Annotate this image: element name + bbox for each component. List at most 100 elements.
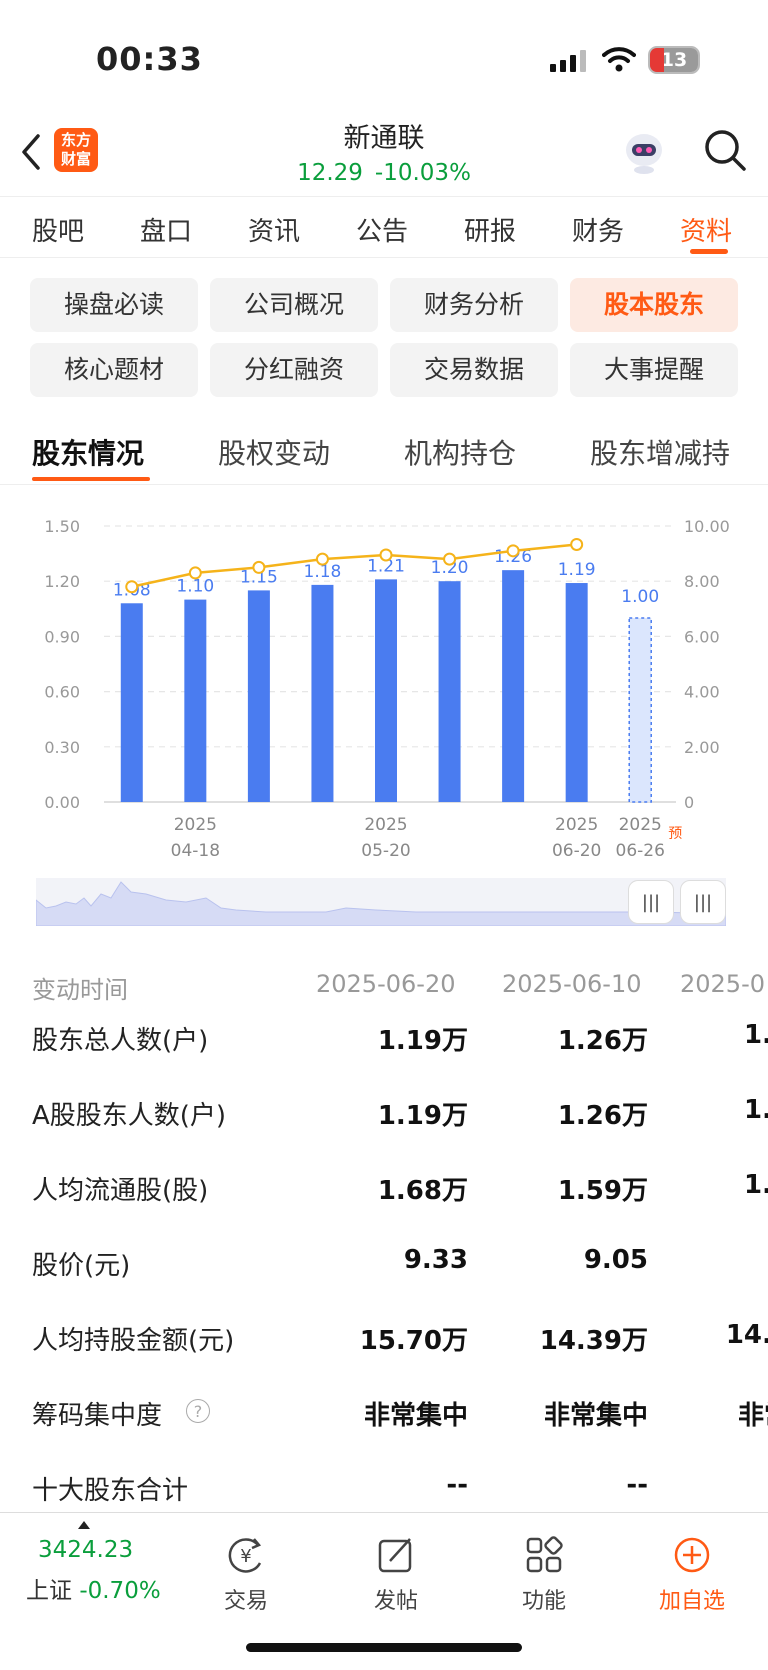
stock-price: 12.29 xyxy=(297,160,363,186)
table-cell: 1.59万 xyxy=(557,1176,648,1206)
svg-text:¥: ¥ xyxy=(240,1546,251,1567)
row-label: 十大股东合计 xyxy=(32,1476,189,1506)
y-left-tick: 0.30 xyxy=(44,738,80,757)
table-cell: 15.70万 xyxy=(359,1326,468,1356)
row-label: 筹码集中度 xyxy=(32,1401,163,1431)
tab-ziliao[interactable]: 资料 xyxy=(680,211,732,248)
tab-zixun[interactable]: 资讯 xyxy=(248,211,300,248)
column-header[interactable]: 2025-06-10 xyxy=(502,970,641,998)
tab-pankou[interactable]: 盘口 xyxy=(140,211,192,248)
tab-gonggao[interactable]: 公告 xyxy=(356,211,408,248)
index-change: -0.70% xyxy=(79,1578,161,1604)
bar xyxy=(247,590,270,802)
tab-yanbao[interactable]: 研报 xyxy=(464,211,516,248)
chip-gongsi-gaikuang[interactable]: 公司概况 xyxy=(210,278,378,332)
x-tick-year: 2025 xyxy=(364,815,407,835)
table-cell: 14.5 xyxy=(725,1320,768,1350)
table-header-label: 变动时间 xyxy=(32,976,128,1004)
bar xyxy=(120,603,143,802)
section-tab-guquan-biandong[interactable]: 股权变动 xyxy=(218,432,330,472)
y-right-tick: 10.00 xyxy=(684,517,730,536)
section-tab-gudong-zengjianchi[interactable]: 股东增减持 xyxy=(590,432,730,472)
battery-icon: 13 xyxy=(648,46,700,74)
status-time: 00:33 xyxy=(96,40,203,78)
x-tick-date: 06-20 xyxy=(552,841,601,858)
search-icon[interactable] xyxy=(703,128,747,172)
table-cell: 1.26万 xyxy=(557,1101,648,1131)
index-value: 3424.23 xyxy=(38,1537,134,1563)
section-tab-gudong-qingkuang[interactable]: 股东情况 xyxy=(32,432,144,472)
post-button[interactable]: 发帖 xyxy=(336,1535,456,1615)
add-watchlist-button[interactable]: 加自选 xyxy=(632,1535,752,1615)
chip-caiwu-fenxi[interactable]: 财务分析 xyxy=(390,278,558,332)
chip-fenhong-rongzi[interactable]: 分红融资 xyxy=(210,343,378,397)
tab-guba[interactable]: 股吧 xyxy=(32,211,84,248)
range-handle-right[interactable]: ||| xyxy=(680,880,726,924)
post-icon xyxy=(378,1538,412,1573)
y-right-tick: 4.00 xyxy=(684,683,720,702)
bar xyxy=(311,584,334,802)
tab-caiwu[interactable]: 财务 xyxy=(572,211,624,248)
table-cell: 9.33 xyxy=(403,1245,468,1275)
main-tabs: 股吧 盘口 资讯 公告 研报 财务 资料 xyxy=(0,196,768,258)
y-right-tick: 8.00 xyxy=(684,572,720,591)
function-label: 功能 xyxy=(521,1589,566,1614)
line-point xyxy=(443,552,457,566)
trade-button[interactable]: ¥ 交易 xyxy=(186,1535,306,1615)
x-tick-date: 06-26 xyxy=(616,841,665,858)
trade-label: 交易 xyxy=(223,1589,268,1614)
row-label: 股东总人数(户) xyxy=(32,1026,209,1056)
table-cell: 1.6 xyxy=(743,1170,768,1200)
row-label: 股价(元) xyxy=(32,1251,131,1281)
data-label: 1.19 xyxy=(558,560,596,580)
assistant-robot-icon[interactable] xyxy=(620,128,668,176)
table-cell: 非常集中 xyxy=(363,1401,468,1431)
y-left-tick: 0.90 xyxy=(44,627,80,646)
line-point xyxy=(506,544,520,558)
line-point xyxy=(252,560,266,574)
y-left-tick: 1.50 xyxy=(44,517,80,536)
bar xyxy=(628,617,652,803)
chart-range-slider[interactable]: ||| ||| xyxy=(35,878,727,927)
table-cell: 1.19万 xyxy=(377,1101,468,1131)
table-cell: 非常 xyxy=(737,1401,768,1431)
y-left-tick: 1.20 xyxy=(44,572,80,591)
grid-icon xyxy=(526,1536,563,1573)
chip-guben-gudong[interactable]: 股本股东 xyxy=(570,278,738,332)
row-label: 人均持股金额(元) xyxy=(32,1326,235,1356)
x-tick-year: 2025 xyxy=(555,815,598,835)
table-cell: -- xyxy=(626,1470,648,1500)
table-cell: -- xyxy=(446,1470,468,1500)
range-handle-left[interactable]: ||| xyxy=(628,880,674,924)
expand-caret-icon xyxy=(78,1521,90,1529)
minimap-trend xyxy=(35,881,727,927)
column-header[interactable]: 2025-06-20 xyxy=(316,970,455,998)
chip-dashi-tixing[interactable]: 大事提醒 xyxy=(570,343,738,397)
chip-hexin-ticai[interactable]: 核心题材 xyxy=(30,343,198,397)
stock-change: -10.03% xyxy=(374,160,471,186)
chip-jiaoyi-shuju[interactable]: 交易数据 xyxy=(390,343,558,397)
bar xyxy=(565,583,588,802)
function-button[interactable]: 功能 xyxy=(484,1535,604,1615)
x-tick-year: 2025 xyxy=(619,815,662,835)
table-cell: 1.2 xyxy=(743,1020,768,1050)
column-header[interactable]: 2025-0 xyxy=(680,970,765,998)
bar xyxy=(438,581,461,802)
table-cell: 非常集中 xyxy=(543,1401,648,1431)
data-label: 1.00 xyxy=(621,587,659,607)
section-tab-indicator xyxy=(32,477,150,481)
chip-caopan-bidu[interactable]: 操盘必读 xyxy=(30,278,198,332)
trade-icon: ¥ xyxy=(228,1538,262,1573)
section-tab-jigou-chicang[interactable]: 机构持仓 xyxy=(404,432,516,472)
line-point xyxy=(570,537,584,551)
help-icon[interactable]: ? xyxy=(186,1399,210,1423)
table-cell: 1.2 xyxy=(743,1095,768,1125)
y-right-tick: 2.00 xyxy=(684,738,720,757)
shareholder-chart: 1.50 10.00 1.20 8.00 0.90 6.00 0.60 4.00 0.30 2.0… xyxy=(44,517,730,858)
wifi-icon xyxy=(602,47,636,72)
table-cell: 1.26万 xyxy=(557,1026,648,1056)
y-left-tick: 0.60 xyxy=(44,683,80,702)
x-tick-year: 2025 xyxy=(174,815,217,835)
line-point xyxy=(315,552,329,566)
data-label: 1.10 xyxy=(176,577,214,597)
